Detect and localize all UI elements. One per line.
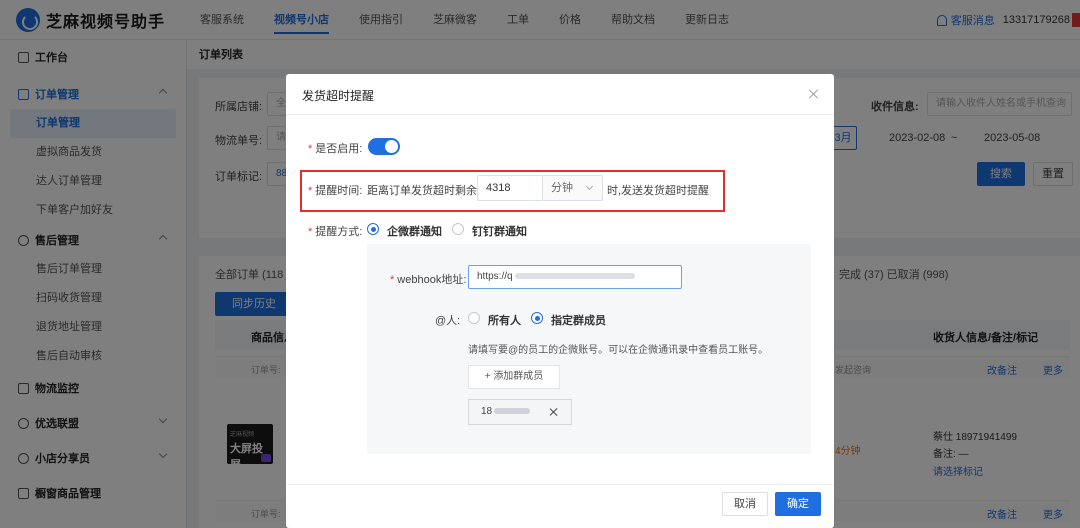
member-tag: 18	[468, 399, 572, 425]
radio-dingtalk-label[interactable]: 钉钉群通知	[472, 223, 527, 239]
cancel-button[interactable]: 取消	[722, 492, 768, 516]
time-value-input[interactable]: 4318	[477, 175, 543, 201]
radio-at-members[interactable]	[531, 312, 543, 324]
radio-at-all[interactable]	[468, 312, 480, 324]
time-unit-select[interactable]: 分钟	[543, 175, 603, 201]
confirm-button[interactable]: 确定	[775, 492, 821, 516]
radio-dingtalk[interactable]	[452, 223, 464, 235]
radio-at-members-label[interactable]: 指定群成员	[551, 312, 606, 328]
dialog-title: 发货超时提醒	[302, 89, 375, 103]
radio-at-all-label[interactable]: 所有人	[488, 312, 521, 328]
chevron-down-icon	[585, 182, 594, 191]
footer-divider	[286, 484, 834, 485]
reminder-time-label: * 提醒时间:	[308, 185, 363, 197]
method-label: * 提醒方式:	[308, 226, 363, 238]
radio-wecom[interactable]	[367, 223, 379, 235]
divider	[286, 114, 834, 115]
redacted-text	[494, 408, 531, 415]
time-suffix-text: 时,发送发货超时提醒	[607, 185, 710, 197]
member-hint-text: 请填写要@的员工的企微账号。可以在企微通讯录中查看员工账号。	[468, 345, 769, 356]
shipping-timeout-dialog: 发货超时提醒 * 是否启用: * 提醒时间: 距离订单发货超时剩余 4318 分钟 …	[286, 74, 834, 528]
add-member-button[interactable]: + 添加群成员	[468, 365, 560, 389]
close-icon[interactable]	[808, 88, 820, 100]
time-prefix-text: 距离订单发货超时剩余	[367, 185, 477, 197]
time-unit-value: 分钟	[551, 182, 573, 194]
redacted-text	[514, 273, 635, 280]
at-label: @人:	[435, 315, 461, 327]
enable-label: * 是否启用:	[308, 143, 363, 155]
enable-toggle[interactable]	[368, 138, 400, 155]
remove-tag-icon[interactable]	[549, 407, 559, 417]
radio-wecom-label[interactable]: 企微群通知	[387, 223, 442, 239]
webhook-url-input[interactable]: https://q	[468, 265, 682, 289]
webhook-label: * webhook地址:	[390, 274, 467, 286]
